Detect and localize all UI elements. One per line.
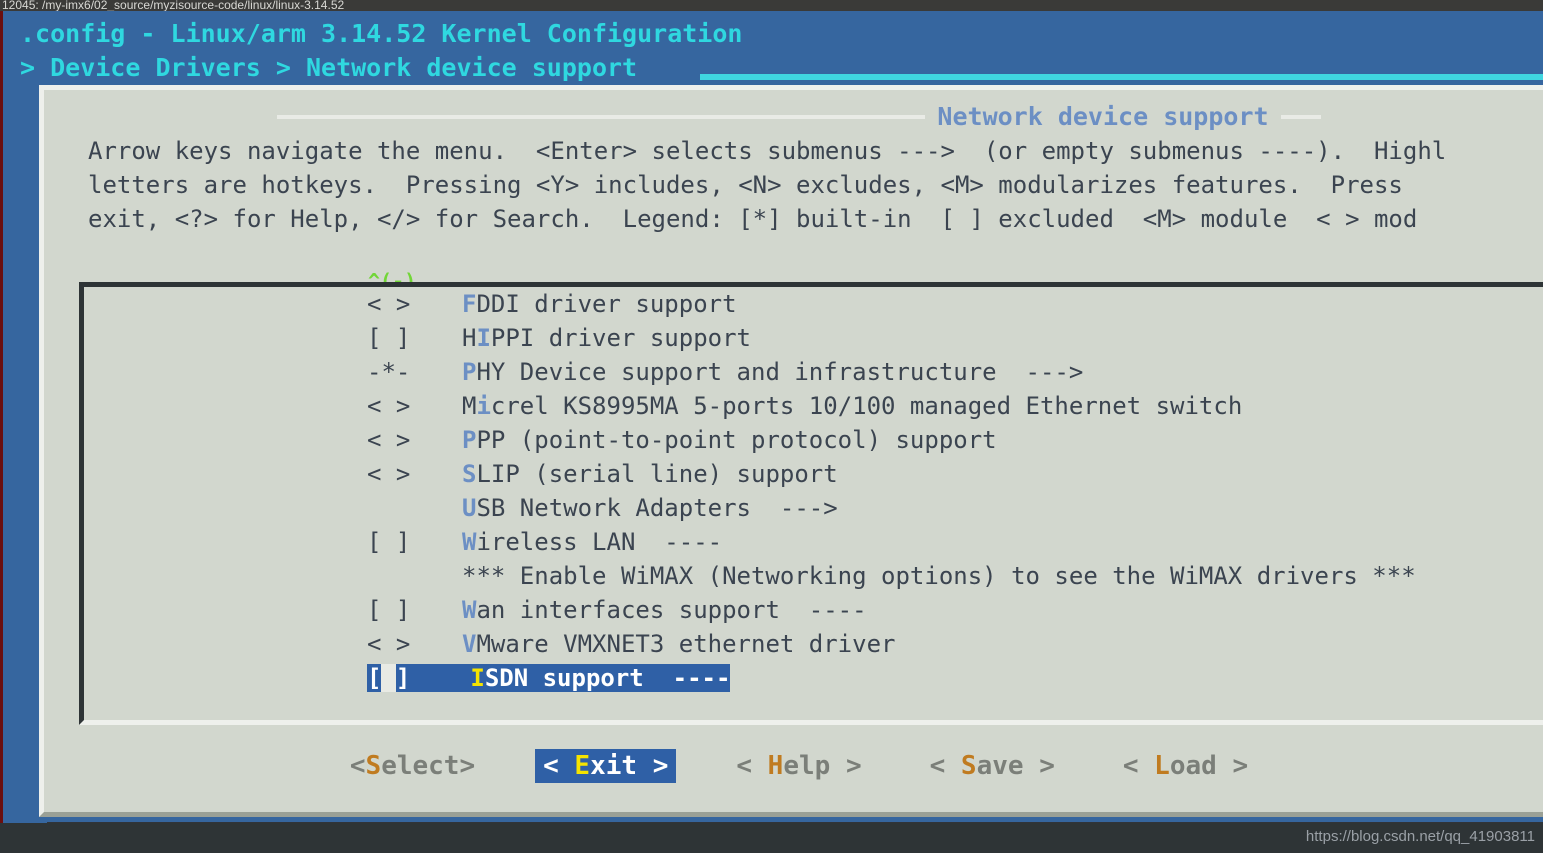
button-bar: <Select> < Exit > < Help > < Save > < Load > [44,749,1543,783]
load-hotkey: L [1154,751,1170,781]
menu-item-hotkey: S [462,460,477,488]
menu-item-label: Wireless LAN ---- [462,528,723,556]
menu-item[interactable]: [ ] Wireless LAN ---- [84,525,1543,559]
cursor-block [381,664,396,692]
menu-item[interactable]: *** Enable WiMAX (Networking options) to… [84,559,1543,593]
menu-item-label: PPP (point-to-point protocol) support [462,426,997,454]
menu-item-label: VMware VMXNET3 ethernet driver [462,630,896,658]
help-line-2: letters are hotkeys. Pressing <Y> includ… [88,171,1403,199]
menu-item-label: FDDI driver support [462,290,737,318]
menu-item[interactable]: [ ] HIPPI driver support [84,321,1543,355]
menuconfig-backdrop: .config - Linux/arm 3.14.52 Kernel Confi… [0,11,1543,823]
menu-item-hotkey: W [462,528,477,556]
menu-item-marker: < > [367,460,411,488]
save-hotkey: S [960,751,977,781]
watermark: https://blog.csdn.net/qq_41903811 [1305,828,1535,845]
caption-rule-right [1280,114,1321,119]
menu-item-marker: [ ] [367,664,471,692]
menu-dialog: Network device support Arrow keys naviga… [39,85,1543,817]
menu-item-hotkey: U [462,494,477,522]
menu-item-marker: -*- [367,358,411,386]
menu-item-list: < > FDDI driver support [ ] HIPPI driver su… [84,287,1543,695]
menu-item[interactable]: USB Network Adapters ---> [84,491,1543,525]
menu-item-label: ISDN support ---- [470,664,731,692]
exit-button[interactable]: < Exit > [535,749,677,783]
header-divider [700,74,1543,80]
menu-item-hotkey: P [462,426,477,454]
menu-item[interactable]: < > SLIP (serial line) support [84,457,1543,491]
menu-item[interactable]: < > PPP (point-to-point protocol) support [84,423,1543,457]
breadcrumb: > Device Drivers > Network device suppor… [20,53,638,82]
menu-item-hotkey: i [476,392,491,420]
help-line-3: exit, <?> for Help, </> for Search. Lege… [88,205,1418,233]
menu-item-label: HIPPI driver support [462,324,751,352]
caption-rule-left [277,114,926,119]
menu-item-hotkey: I [476,324,491,352]
load-button[interactable]: < Load > [1115,749,1256,783]
menu-item-marker: [ ] [367,596,411,624]
menu-item-marker: < > [367,290,411,318]
dialog-caption-bar: Network device support [44,102,1543,131]
menu-item-marker: [ ] [367,324,411,352]
menu-item-marker: < > [367,630,411,658]
menu-item[interactable]: < > FDDI driver support [84,287,1543,321]
help-hotkey: H [767,751,784,781]
terminal-screen: 12045: /my-imx6/02_source/myzisource-cod… [0,0,1543,853]
menu-item[interactable]: [ ] ISDN support ---- [84,661,1543,695]
menu-item-label: SLIP (serial line) support [462,460,838,488]
page-title: .config - Linux/arm 3.14.52 Kernel Confi… [20,19,743,48]
select-hotkey: S [365,751,382,781]
menu-item-hotkey: W [462,596,477,624]
help-button[interactable]: < Help > [728,749,869,783]
menu-item-hotkey: I [470,664,485,692]
terminal-tab-title: 12045: /my-imx6/02_source/myzisource-cod… [0,0,1543,11]
dialog-title: Network device support [937,102,1269,131]
menu-item-marker: < > [367,392,411,420]
menu-item[interactable]: [ ] Wan interfaces support ---- [84,593,1543,627]
menu-item-label: Micrel KS8995MA 5-ports 10/100 managed E… [462,392,1243,420]
menu-item[interactable]: -*- PHY Device support and infrastructure… [84,355,1543,389]
select-button[interactable]: <Select> [342,749,483,783]
menu-item[interactable]: < > VMware VMXNET3 ethernet driver [84,627,1543,661]
menu-item-label: USB Network Adapters ---> [462,494,838,522]
menu-listbox[interactable]: < > FDDI driver support [ ] HIPPI driver su… [79,282,1543,725]
help-line-1: Arrow keys navigate the menu. <Enter> se… [88,137,1447,165]
menu-item-hotkey: V [462,630,477,658]
menu-item-marker: [ ] [367,528,411,556]
menu-item[interactable]: < > Micrel KS8995MA 5-ports 10/100 manage… [84,389,1543,423]
help-text: Arrow keys navigate the menu. <Enter> se… [88,134,1543,236]
menu-item-hotkey: P [462,358,477,386]
exit-hotkey: E [574,751,591,781]
menu-item-label: Wan interfaces support ---- [462,596,867,624]
menu-item-label: PHY Device support and infrastructure --… [462,358,1084,386]
menu-item-marker: < > [367,426,411,454]
dialog-shadow [47,822,1543,823]
save-button[interactable]: < Save > [922,749,1063,783]
menu-item-label: *** Enable WiMAX (Networking options) to… [462,562,1416,590]
menu-item-hotkey: F [462,290,477,318]
